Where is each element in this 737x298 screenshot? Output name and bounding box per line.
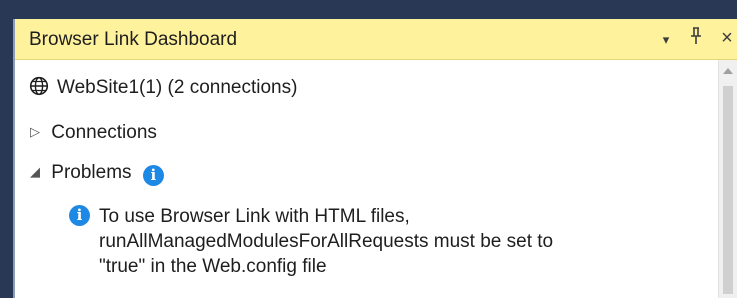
website-label: WebSite1(1) (2 connections): [57, 77, 298, 98]
window-position-dropdown-icon[interactable]: ▾: [657, 29, 675, 51]
message-line: To use Browser Link with HTML files,: [99, 206, 410, 227]
tree-item-problems[interactable]: ◢ Problems i: [30, 162, 164, 186]
connections-label: Connections: [51, 122, 157, 143]
info-icon: i: [142, 165, 164, 186]
message-line: runAllManagedModulesForAllRequests must …: [99, 231, 554, 252]
expand-arrow-icon[interactable]: ▷: [30, 124, 46, 140]
scroll-up-arrow-icon[interactable]: [723, 68, 733, 74]
browser-link-dashboard-panel: Browser Link Dashboard ▾ × WebSite1(1) (…: [13, 19, 737, 298]
problems-label: Problems: [51, 162, 132, 183]
auto-hide-pin-icon[interactable]: [687, 27, 705, 50]
pin-icon: [691, 27, 701, 44]
close-icon[interactable]: ×: [715, 27, 737, 49]
panel-title: Browser Link Dashboard: [29, 29, 238, 50]
tree-item-website[interactable]: WebSite1(1) (2 connections): [29, 76, 297, 102]
info-icon: i: [69, 205, 90, 226]
scroll-thumb[interactable]: [723, 86, 733, 294]
title-bar: Browser Link Dashboard ▾ ×: [15, 19, 737, 60]
collapse-arrow-icon[interactable]: ◢: [30, 164, 46, 180]
tree-view: WebSite1(1) (2 connections) ▷ Connection…: [15, 60, 719, 298]
tree-item-connections[interactable]: ▷ Connections: [30, 122, 157, 144]
problem-message-text: To use Browser Link with HTML files, run…: [99, 204, 553, 279]
globe-icon: [29, 76, 49, 102]
message-line: "true" in the Web.config file: [99, 256, 327, 277]
vertical-scrollbar[interactable]: [718, 60, 737, 298]
